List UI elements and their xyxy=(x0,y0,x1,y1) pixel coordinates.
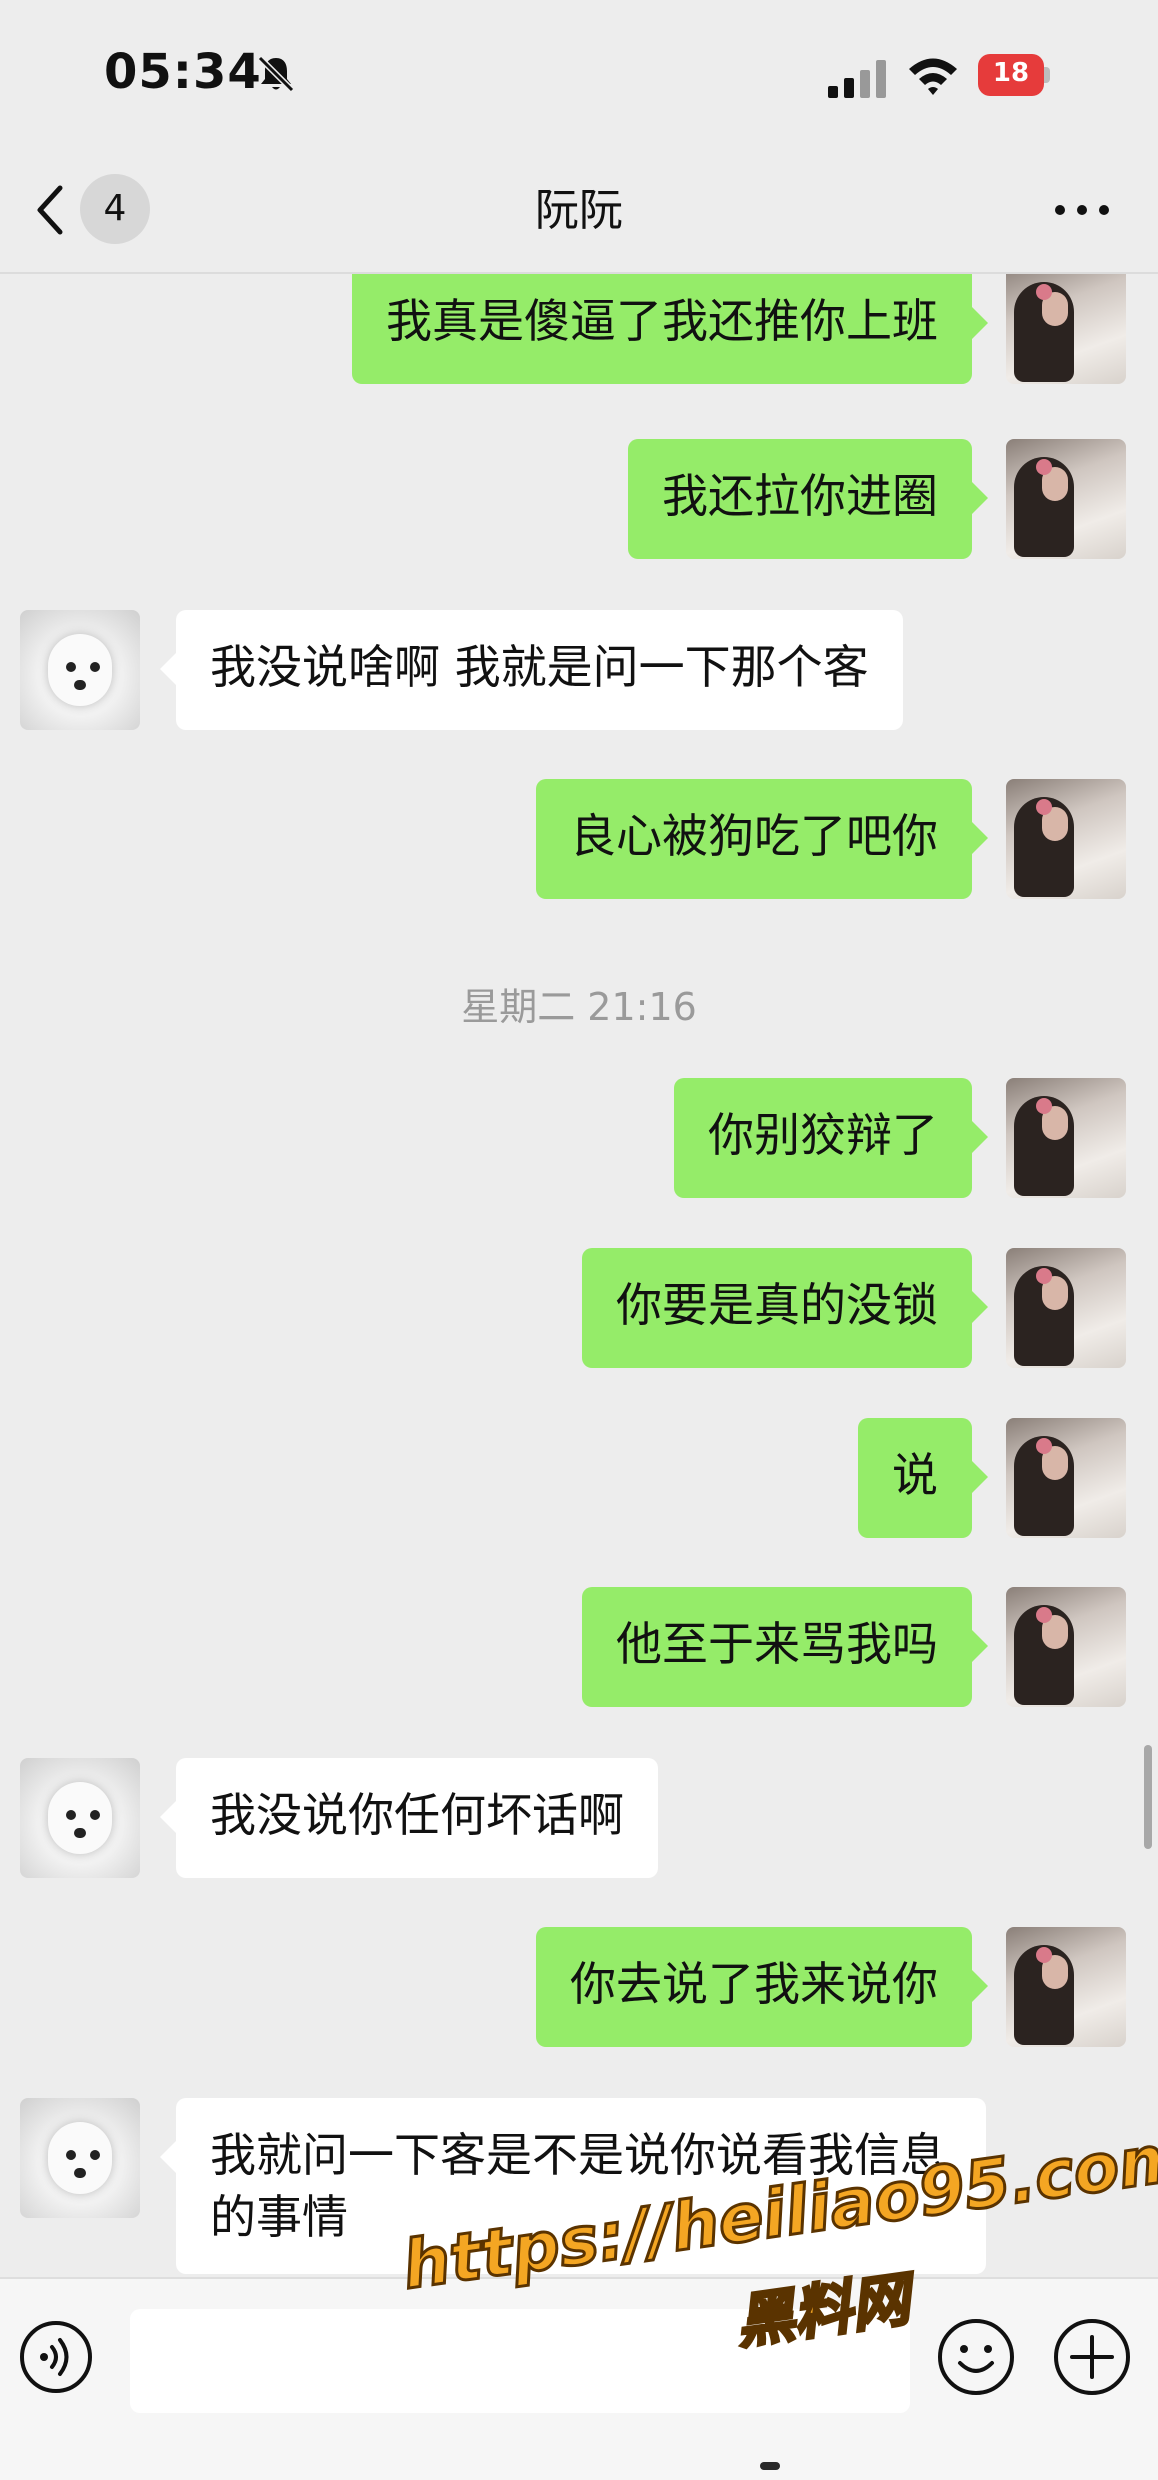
chat-header: 4 阮阮 xyxy=(0,150,1158,274)
wifi-icon xyxy=(909,58,957,95)
message-list[interactable]: 我真是傻逼了我还推你上班 我还拉你进圈 我没说啥啊 我就是问一下那个客 良心被狗… xyxy=(0,272,1158,2277)
my-avatar[interactable] xyxy=(1006,1927,1126,2047)
contact-avatar[interactable] xyxy=(20,2098,140,2218)
plus-circle-icon[interactable] xyxy=(1052,2317,1132,2397)
contact-avatar[interactable] xyxy=(20,610,140,730)
message-bubble-mine[interactable]: 良心被狗吃了吧你 xyxy=(536,779,988,899)
my-avatar[interactable] xyxy=(1006,439,1126,559)
my-avatar[interactable] xyxy=(1006,1418,1126,1538)
chat-title: 阮阮 xyxy=(535,185,623,236)
chevron-left-icon[interactable] xyxy=(30,180,70,240)
bell-slash-icon xyxy=(257,55,295,93)
battery-charging-icon: 18 xyxy=(978,54,1050,96)
ellipsis-icon[interactable] xyxy=(1050,192,1114,228)
timestamp: 星期二 21:16 xyxy=(461,985,697,1029)
message-bubble-mine[interactable]: 我还拉你进圈 xyxy=(628,439,988,559)
status-time: 05:34 xyxy=(104,44,262,100)
message-bubble-mine[interactable]: 你去说了我来说你 xyxy=(536,1927,988,2047)
home-indicator xyxy=(760,2462,780,2470)
message-bubble-mine[interactable]: 他至于来骂我吗 xyxy=(582,1587,988,1707)
my-avatar[interactable] xyxy=(1006,1587,1126,1707)
message-bubble-other[interactable]: 我就问一下客是不是说你说看我信息的事情 xyxy=(160,2098,986,2274)
message-bubble-other[interactable]: 我没说你任何坏话啊 xyxy=(160,1758,658,1878)
status-bar: 05:34 18 xyxy=(0,0,1158,150)
my-avatar[interactable] xyxy=(1006,272,1126,384)
message-bubble-other[interactable]: 我没说啥啊 我就是问一下那个客 xyxy=(160,610,903,730)
message-bubble-mine[interactable]: 我真是傻逼了我还推你上班 xyxy=(352,272,988,384)
contact-avatar[interactable] xyxy=(20,1758,140,1878)
my-avatar[interactable] xyxy=(1006,779,1126,899)
message-bubble-mine[interactable]: 你要是真的没锁 xyxy=(582,1248,988,1368)
message-bubble-mine[interactable]: 你别狡辩了 xyxy=(674,1078,988,1198)
input-bar xyxy=(0,2277,1158,2480)
message-input[interactable] xyxy=(130,2309,910,2413)
my-avatar[interactable] xyxy=(1006,1078,1126,1198)
unread-count-badge[interactable]: 4 xyxy=(80,174,150,244)
my-avatar[interactable] xyxy=(1006,1248,1126,1368)
cellular-signal-icon xyxy=(828,60,886,98)
scrollbar[interactable] xyxy=(1144,1745,1152,1849)
voice-icon[interactable] xyxy=(18,2319,94,2395)
battery-cap xyxy=(1044,67,1050,83)
message-bubble-mine[interactable]: 说 xyxy=(858,1418,988,1538)
emoji-icon[interactable] xyxy=(936,2317,1016,2397)
battery-level: 18 xyxy=(992,58,1030,88)
